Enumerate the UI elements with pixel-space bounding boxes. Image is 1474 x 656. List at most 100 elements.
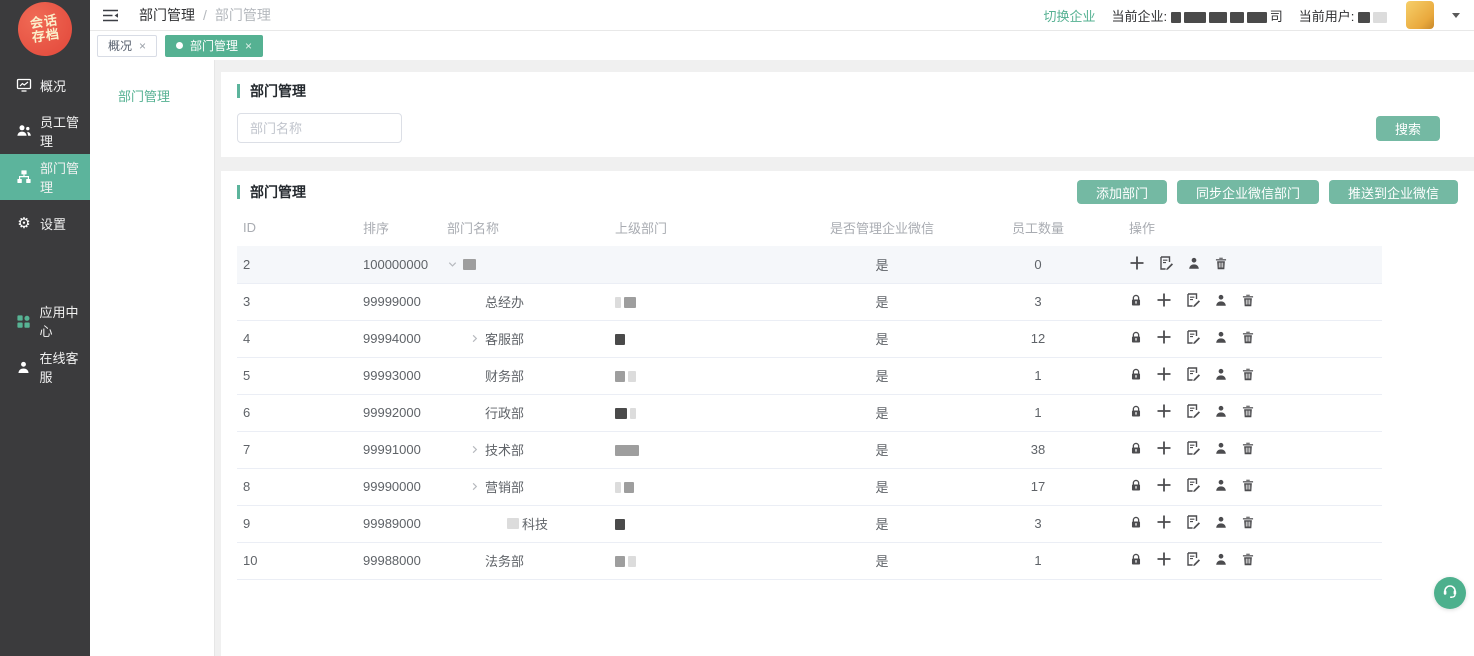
- current-user: 当前用户:: [1299, 6, 1390, 25]
- cell-manage-wecom: 是: [801, 357, 963, 394]
- cell-sort: 99991000: [357, 431, 441, 468]
- plus-icon[interactable]: [1156, 329, 1172, 345]
- person-icon[interactable]: [1214, 367, 1228, 382]
- active-dot-icon: [176, 42, 183, 49]
- sync-wecom-departments-button[interactable]: 同步企业微信部门: [1177, 180, 1319, 204]
- lock-icon[interactable]: [1129, 441, 1143, 456]
- tab-overview[interactable]: 概况 ×: [97, 35, 157, 57]
- plus-icon[interactable]: [1156, 292, 1172, 308]
- trash-icon[interactable]: [1241, 515, 1255, 530]
- person-icon[interactable]: [1214, 293, 1228, 308]
- chevron-right-icon[interactable]: [469, 444, 485, 455]
- cell-parent-department: [609, 283, 801, 320]
- lock-icon[interactable]: [1129, 293, 1143, 308]
- breadcrumb-main[interactable]: 部门管理: [139, 5, 195, 25]
- edit-icon[interactable]: [1185, 440, 1201, 456]
- lock-icon[interactable]: [1129, 478, 1143, 493]
- sidebar-item-departments[interactable]: 部门管理: [0, 154, 90, 200]
- switch-company-link[interactable]: 切换企业: [1043, 6, 1095, 25]
- plus-icon[interactable]: [1156, 551, 1172, 567]
- trash-icon[interactable]: [1241, 330, 1255, 345]
- sidebar-spacer: [0, 246, 90, 298]
- department-name: 财务部: [485, 366, 524, 385]
- agent-icon: [16, 359, 32, 375]
- person-icon[interactable]: [1214, 330, 1228, 345]
- sidebar-item-app-center[interactable]: 应用中心: [0, 298, 90, 344]
- trash-icon[interactable]: [1241, 367, 1255, 382]
- plus-icon[interactable]: [1156, 477, 1172, 493]
- chevron-down-icon[interactable]: [447, 259, 463, 270]
- cell-department-name: 技术部: [441, 431, 609, 468]
- cell-manage-wecom: 是: [801, 246, 963, 283]
- edit-icon[interactable]: [1185, 292, 1201, 308]
- column-header: 操作: [1113, 208, 1382, 246]
- edit-icon[interactable]: [1185, 403, 1201, 419]
- person-icon[interactable]: [1214, 404, 1228, 419]
- trash-icon[interactable]: [1241, 441, 1255, 456]
- tab-departments[interactable]: 部门管理 ×: [165, 35, 263, 57]
- edit-icon[interactable]: [1185, 366, 1201, 382]
- app-logo: 会话 存档: [15, 0, 76, 59]
- plus-icon[interactable]: [1156, 403, 1172, 419]
- trash-icon[interactable]: [1241, 552, 1255, 567]
- push-to-wecom-button[interactable]: 推送到企业微信: [1329, 180, 1458, 204]
- cell-parent-department: [609, 468, 801, 505]
- table-actions: 添加部门 同步企业微信部门 推送到企业微信: [1077, 180, 1458, 204]
- sidebar-item-overview[interactable]: 概况: [0, 62, 90, 108]
- cell-operations: [1113, 320, 1382, 357]
- chevron-right-icon[interactable]: [469, 333, 485, 344]
- cell-manage-wecom: 是: [801, 431, 963, 468]
- cell-id: 8: [237, 468, 357, 505]
- chevron-right-icon[interactable]: [469, 481, 485, 492]
- lock-icon[interactable]: [1129, 515, 1143, 530]
- sidebar-item-online-service[interactable]: 在线客服: [0, 344, 90, 390]
- trash-icon[interactable]: [1241, 478, 1255, 493]
- plus-icon[interactable]: [1156, 366, 1172, 382]
- submenu-item-departments[interactable]: 部门管理: [118, 89, 170, 104]
- trash-icon[interactable]: [1214, 256, 1228, 271]
- lock-icon[interactable]: [1129, 552, 1143, 567]
- plus-icon[interactable]: [1156, 514, 1172, 530]
- person-icon[interactable]: [1214, 515, 1228, 530]
- table-header-row: ID排序部门名称上级部门是否管理企业微信员工数量操作: [237, 208, 1382, 246]
- trash-icon[interactable]: [1241, 293, 1255, 308]
- departments-table: ID排序部门名称上级部门是否管理企业微信员工数量操作 2100000000是03…: [237, 208, 1382, 580]
- person-icon[interactable]: [1187, 256, 1201, 271]
- customer-support-button[interactable]: [1434, 577, 1466, 609]
- edit-icon[interactable]: [1185, 514, 1201, 530]
- close-icon[interactable]: ×: [245, 39, 252, 53]
- title-accent-bar: [237, 84, 240, 98]
- table-row: 399999000总经办是3: [237, 283, 1382, 320]
- edit-icon[interactable]: [1185, 551, 1201, 567]
- sidebar-item-settings[interactable]: ⚙ 设置: [0, 200, 90, 246]
- cell-operations: [1113, 468, 1382, 505]
- add-department-button[interactable]: 添加部门: [1077, 180, 1167, 204]
- edit-icon[interactable]: [1185, 477, 1201, 493]
- department-name-input[interactable]: [237, 113, 402, 143]
- department-name: 行政部: [485, 403, 524, 422]
- close-icon[interactable]: ×: [139, 39, 146, 53]
- person-icon[interactable]: [1214, 478, 1228, 493]
- cell-department-name: 营销部: [441, 468, 609, 505]
- cell-employee-count: 0: [963, 246, 1113, 283]
- user-avatar[interactable]: [1406, 1, 1434, 29]
- column-header: 排序: [357, 208, 441, 246]
- lock-icon[interactable]: [1129, 404, 1143, 419]
- plus-icon[interactable]: [1129, 255, 1145, 271]
- edit-icon[interactable]: [1185, 329, 1201, 345]
- person-icon[interactable]: [1214, 552, 1228, 567]
- edit-icon[interactable]: [1158, 255, 1174, 271]
- lock-icon[interactable]: [1129, 367, 1143, 382]
- breadcrumb-current: 部门管理: [215, 5, 271, 25]
- sidebar-item-employees[interactable]: 员工管理: [0, 108, 90, 154]
- cell-department-name: 客服部: [441, 320, 609, 357]
- collapse-menu-icon[interactable]: [102, 8, 119, 23]
- search-button[interactable]: 搜索: [1376, 116, 1440, 141]
- lock-icon[interactable]: [1129, 330, 1143, 345]
- trash-icon[interactable]: [1241, 404, 1255, 419]
- person-icon[interactable]: [1214, 441, 1228, 456]
- plus-icon[interactable]: [1156, 440, 1172, 456]
- submenu: 部门管理: [90, 60, 215, 656]
- user-menu-caret-icon[interactable]: [1452, 13, 1460, 18]
- tab-label: 部门管理: [190, 37, 238, 54]
